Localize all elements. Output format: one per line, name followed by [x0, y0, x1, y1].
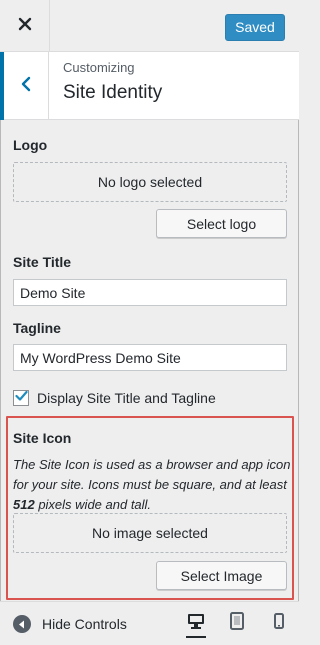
collapse-arrow-icon [13, 615, 31, 633]
site-title-label: Site Title [13, 254, 72, 270]
hide-controls-label: Hide Controls [42, 616, 127, 632]
tagline-input[interactable] [13, 344, 287, 371]
logo-placeholder: No logo selected [13, 162, 287, 202]
close-button[interactable] [0, 0, 50, 52]
tagline-label: Tagline [13, 320, 61, 336]
chevron-left-icon [20, 76, 32, 97]
tablet-icon [230, 611, 244, 635]
display-title-tagline-checkbox[interactable] [13, 390, 29, 406]
checkmark-icon [14, 389, 28, 407]
site-icon-placeholder: No image selected [13, 513, 287, 553]
saved-button[interactable]: Saved [225, 14, 285, 41]
desktop-preview-button[interactable] [184, 610, 208, 638]
desktop-icon [187, 613, 205, 634]
site-icon-description: The Site Icon is used as a browser and a… [13, 457, 291, 512]
tablet-preview-button[interactable] [225, 610, 249, 636]
site-icon-label: Site Icon [13, 430, 72, 446]
logo-label: Logo [13, 137, 48, 153]
display-title-tagline-label[interactable]: Display Site Title and Tagline [37, 390, 216, 406]
select-logo-button[interactable]: Select logo [156, 209, 287, 238]
breadcrumb: Customizing [63, 60, 135, 75]
section-title: Site Identity [63, 82, 163, 103]
select-image-button[interactable]: Select Image [156, 561, 287, 590]
mobile-icon [274, 612, 284, 634]
close-icon [18, 17, 32, 36]
customizer-footer: Hide Controls [0, 601, 299, 645]
hide-controls-button[interactable]: Hide Controls [13, 612, 127, 636]
site-title-input[interactable] [13, 279, 287, 306]
icon-size-value: 512 [13, 497, 35, 512]
mobile-preview-button[interactable] [267, 610, 291, 636]
section-header: Customizing Site Identity [0, 52, 299, 120]
back-button[interactable] [0, 52, 49, 120]
customizer-topbar: Saved [0, 0, 299, 52]
